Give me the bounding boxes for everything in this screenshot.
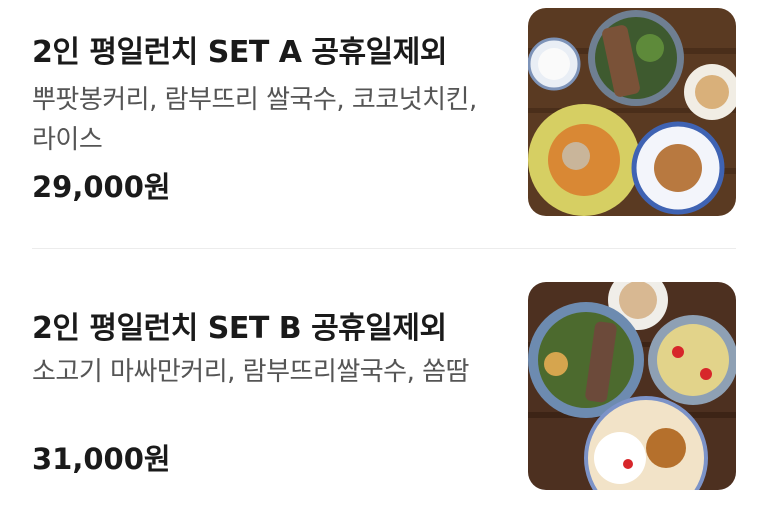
menu-item-title: 2인 평일런치 SET A 공휴일제외	[32, 35, 447, 70]
menu-item-description: 뿌팟봉커리, 람부뜨리 쌀국수, 코코넛치킨, 라이스	[32, 85, 477, 155]
menu-item-set-b[interactable]: 2인 평일런치 SET B 공휴일제외 소고기 마싸만커리, 람부뜨리쌀국수, …	[32, 282, 736, 492]
food-photo-icon	[528, 8, 736, 216]
divider	[32, 248, 736, 249]
food-photo[interactable]	[528, 282, 736, 490]
food-photo-icon	[528, 282, 736, 490]
menu-item-description: 소고기 마싸만커리, 람부뜨리쌀국수, 쏨땀	[32, 357, 469, 387]
menu-item-price: 29,000원	[32, 170, 171, 204]
menu-item-price: 31,000원	[32, 442, 171, 476]
menu-item-title: 2인 평일런치 SET B 공휴일제외	[32, 311, 447, 346]
food-photo[interactable]	[528, 8, 736, 216]
menu-item-set-a[interactable]: 2인 평일런치 SET A 공휴일제외 뿌팟봉커리, 람부뜨리 쌀국수, 코코넛…	[32, 8, 736, 218]
